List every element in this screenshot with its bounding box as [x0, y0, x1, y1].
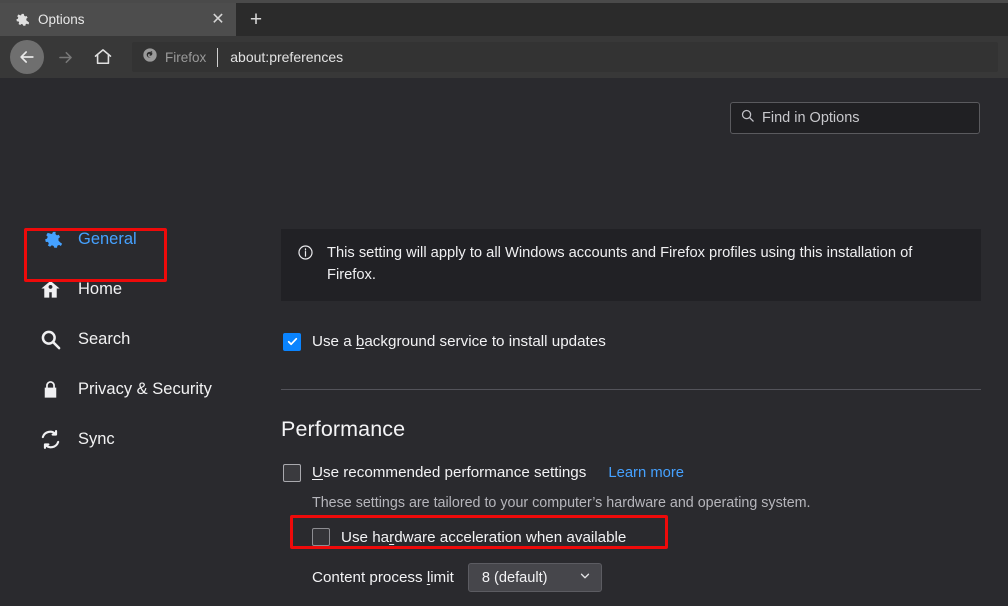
gear-icon [38, 227, 62, 251]
home-button[interactable] [86, 40, 120, 74]
checkbox-unchecked-icon[interactable] [312, 528, 330, 547]
lock-icon [38, 377, 62, 401]
sidebar-item-label: Home [78, 279, 123, 298]
content-process-limit-select[interactable]: 8 (default) [467, 563, 602, 593]
learn-more-link[interactable]: Learn more [608, 465, 684, 481]
content-process-limit-label: Content process limit [312, 569, 454, 587]
hardware-acceleration-row[interactable]: Use hardware acceleration when available [312, 528, 981, 547]
main-content: This setting will apply to all Windows a… [281, 78, 981, 606]
url-bar[interactable]: Firefox about:preferences [132, 42, 998, 72]
home-icon [38, 277, 62, 301]
content-process-limit-row: Content process limit 8 (default) [312, 563, 981, 593]
section-divider [281, 388, 981, 390]
info-banner-text: This setting will apply to all Windows a… [327, 245, 913, 284]
firefox-logo-icon [142, 47, 158, 68]
forward-button[interactable] [48, 40, 82, 74]
url-text[interactable]: about:preferences [218, 49, 343, 65]
sidebar-item-general[interactable]: General [0, 214, 250, 264]
chevron-down-icon [579, 569, 591, 587]
tab-title: Options [38, 12, 85, 27]
select-value: 8 (default) [481, 569, 548, 586]
sidebar: General Home Search Privacy & Security S… [0, 214, 250, 464]
performance-section-title: Performance [281, 416, 406, 441]
background-service-row[interactable]: Use a background service to install upda… [283, 332, 981, 351]
checkbox-unchecked-icon[interactable] [283, 463, 301, 482]
sidebar-item-home[interactable]: Home [0, 264, 250, 314]
sidebar-item-label: Search [78, 329, 131, 348]
tab-strip: Options ✕ + [0, 0, 1008, 36]
checkbox-checked-icon[interactable] [283, 332, 301, 351]
new-tab-button[interactable]: + [236, 3, 276, 36]
sync-icon [38, 427, 62, 451]
background-service-label: Use a background service to install upda… [312, 333, 606, 351]
sidebar-item-label: General [78, 229, 137, 248]
info-icon [297, 244, 314, 287]
back-button[interactable] [10, 40, 44, 74]
navigation-toolbar: Firefox about:preferences [0, 36, 1008, 78]
recommended-performance-label: Use recommended performance settings [312, 464, 587, 482]
sidebar-item-search[interactable]: Search [0, 314, 250, 364]
sidebar-item-sync[interactable]: Sync [0, 414, 250, 464]
close-icon[interactable]: ✕ [208, 10, 228, 30]
identity-box[interactable]: Firefox [142, 47, 217, 68]
search-icon [38, 327, 62, 351]
recommended-performance-row[interactable]: Use recommended performance settings Lea… [283, 463, 981, 482]
info-banner: This setting will apply to all Windows a… [281, 229, 981, 301]
identity-label: Firefox [165, 49, 207, 65]
sidebar-item-label: Privacy & Security [78, 379, 212, 398]
sidebar-item-privacy-security[interactable]: Privacy & Security [0, 364, 250, 414]
gear-icon [12, 11, 29, 28]
preferences-page: Find in Options General Home Search Priv… [0, 78, 1008, 606]
sidebar-item-label: Sync [78, 429, 115, 448]
tailored-description: These settings are tailored to your comp… [312, 494, 811, 511]
hardware-acceleration-label: Use hardware acceleration when available [341, 528, 627, 546]
browser-tab-options[interactable]: Options ✕ [0, 3, 236, 36]
browser-chrome: Options ✕ + Firefox about:preferences [0, 0, 1008, 78]
